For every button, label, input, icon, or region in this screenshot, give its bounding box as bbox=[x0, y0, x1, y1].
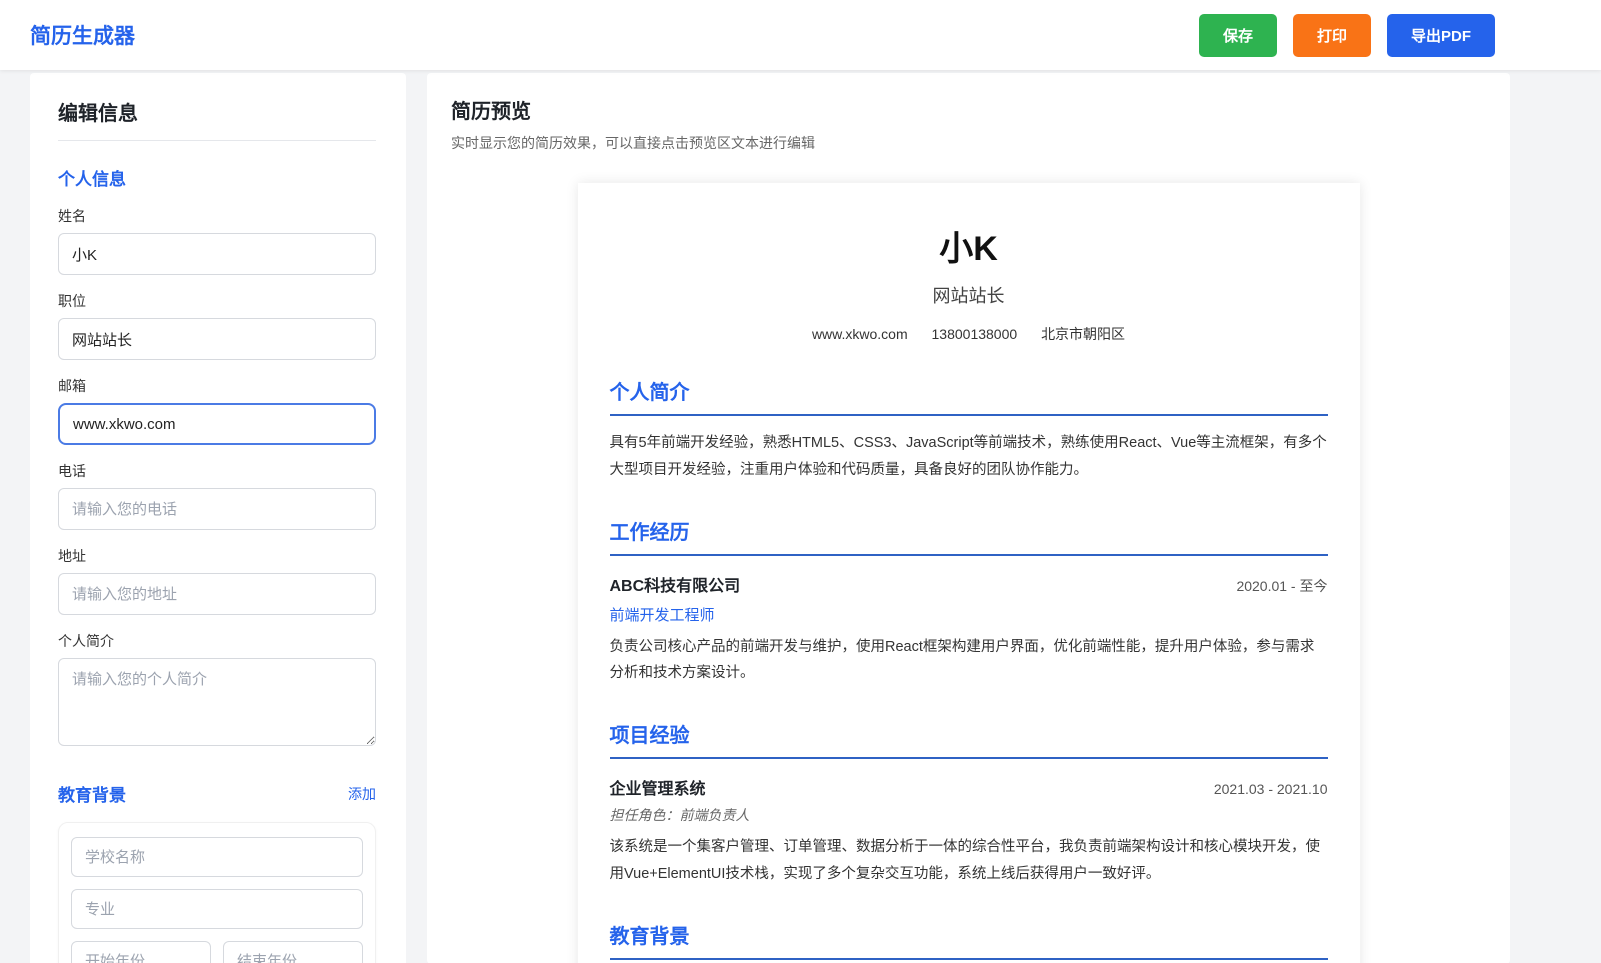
education-heading: 教育背景 bbox=[58, 781, 126, 806]
app-title: 简历生成器 bbox=[30, 20, 135, 50]
phone-input[interactable] bbox=[58, 488, 376, 530]
school-name-input[interactable] bbox=[71, 837, 363, 877]
address-input[interactable] bbox=[58, 573, 376, 615]
page-content: 编辑信息 个人信息 姓名 职位 邮箱 电话 地址 个人简介 教育背景 添加 工作… bbox=[0, 70, 1601, 963]
position-label: 职位 bbox=[58, 291, 376, 311]
project-role[interactable]: 担任角色：前端负责人 bbox=[610, 805, 1328, 825]
work-section-title: 工作经历 bbox=[610, 516, 1328, 556]
summary-section-title: 个人简介 bbox=[610, 376, 1328, 416]
save-button[interactable]: 保存 bbox=[1199, 14, 1277, 57]
add-education-link[interactable]: 添加 bbox=[348, 784, 376, 804]
major-input[interactable] bbox=[71, 889, 363, 929]
end-year-input[interactable] bbox=[223, 941, 363, 963]
editor-title: 编辑信息 bbox=[58, 97, 376, 141]
preview-panel: 简历预览 实时显示您的简历效果，可以直接点击预览区文本进行编辑 小K 网站站长 … bbox=[427, 73, 1510, 963]
summary-text[interactable]: 具有5年前端开发经验，熟悉HTML5、CSS3、JavaScript等前端技术，… bbox=[610, 430, 1328, 484]
work-date[interactable]: 2020.01 - 至今 bbox=[1236, 576, 1327, 596]
resume-contact-phone[interactable]: 13800138000 bbox=[932, 326, 1018, 342]
year-row bbox=[71, 941, 363, 963]
project-entry: 企业管理系统 2021.03 - 2021.10 担任角色：前端负责人 该系统是… bbox=[610, 775, 1328, 888]
resume-contact-line: www.xkwo.com 13800138000 北京市朝阳区 bbox=[610, 324, 1328, 344]
education-section-title: 教育背景 bbox=[610, 920, 1328, 960]
project-description[interactable]: 该系统是一个集客户管理、订单管理、数据分析于一体的综合性平台，我负责前端架构设计… bbox=[610, 834, 1328, 888]
start-year-input[interactable] bbox=[71, 941, 211, 963]
work-entry-head: ABC科技有限公司 2020.01 - 至今 bbox=[610, 572, 1328, 596]
resume-paper: 小K 网站站长 www.xkwo.com 13800138000 北京市朝阳区 … bbox=[578, 183, 1360, 963]
app-header: 简历生成器 保存 打印 导出PDF bbox=[0, 0, 1601, 70]
name-input[interactable] bbox=[58, 233, 376, 275]
resume-education-section: 教育背景 北京大学 2016.09 - 2020.06 计算机科学与技术 - 本… bbox=[610, 920, 1328, 963]
resume-projects-section: 项目经验 企业管理系统 2021.03 - 2021.10 担任角色：前端负责人… bbox=[610, 719, 1328, 888]
work-description[interactable]: 负责公司核心产品的前端开发与维护，使用React框架构建用户界面，优化前端性能，… bbox=[610, 634, 1328, 688]
project-date[interactable]: 2021.03 - 2021.10 bbox=[1214, 781, 1328, 797]
resume-work-section: 工作经历 ABC科技有限公司 2020.01 - 至今 前端开发工程师 负责公司… bbox=[610, 516, 1328, 688]
personal-info-heading: 个人信息 bbox=[58, 165, 376, 190]
project-entry-head: 企业管理系统 2021.03 - 2021.10 bbox=[610, 775, 1328, 799]
projects-section-title: 项目经验 bbox=[610, 719, 1328, 759]
email-input[interactable] bbox=[58, 403, 376, 445]
preview-title: 简历预览 bbox=[451, 95, 1486, 124]
work-entry: ABC科技有限公司 2020.01 - 至今 前端开发工程师 负责公司核心产品的… bbox=[610, 572, 1328, 688]
education-section-header: 教育背景 添加 bbox=[58, 781, 376, 806]
summary-label: 个人简介 bbox=[58, 631, 376, 651]
print-button[interactable]: 打印 bbox=[1293, 14, 1371, 57]
resume-contact-location[interactable]: 北京市朝阳区 bbox=[1041, 326, 1125, 342]
preview-subtitle: 实时显示您的简历效果，可以直接点击预览区文本进行编辑 bbox=[451, 133, 1486, 153]
resume-name[interactable]: 小K bbox=[610, 221, 1328, 270]
email-label: 邮箱 bbox=[58, 376, 376, 396]
position-input[interactable] bbox=[58, 318, 376, 360]
education-entry-card bbox=[58, 822, 376, 963]
phone-label: 电话 bbox=[58, 461, 376, 481]
preview-header: 简历预览 实时显示您的简历效果，可以直接点击预览区文本进行编辑 bbox=[427, 95, 1510, 153]
work-company[interactable]: ABC科技有限公司 bbox=[610, 572, 741, 596]
resume-summary-section: 个人简介 具有5年前端开发经验，熟悉HTML5、CSS3、JavaScript等… bbox=[610, 376, 1328, 484]
name-label: 姓名 bbox=[58, 206, 376, 226]
header-actions: 保存 打印 导出PDF bbox=[1199, 14, 1571, 57]
work-role[interactable]: 前端开发工程师 bbox=[610, 604, 1328, 625]
export-pdf-button[interactable]: 导出PDF bbox=[1387, 14, 1495, 57]
editor-panel: 编辑信息 个人信息 姓名 职位 邮箱 电话 地址 个人简介 教育背景 添加 工作… bbox=[30, 73, 406, 963]
resume-job-title[interactable]: 网站站长 bbox=[610, 282, 1328, 308]
project-name[interactable]: 企业管理系统 bbox=[610, 775, 706, 799]
summary-textarea[interactable] bbox=[58, 658, 376, 746]
resume-contact-website[interactable]: www.xkwo.com bbox=[812, 326, 908, 342]
address-label: 地址 bbox=[58, 546, 376, 566]
